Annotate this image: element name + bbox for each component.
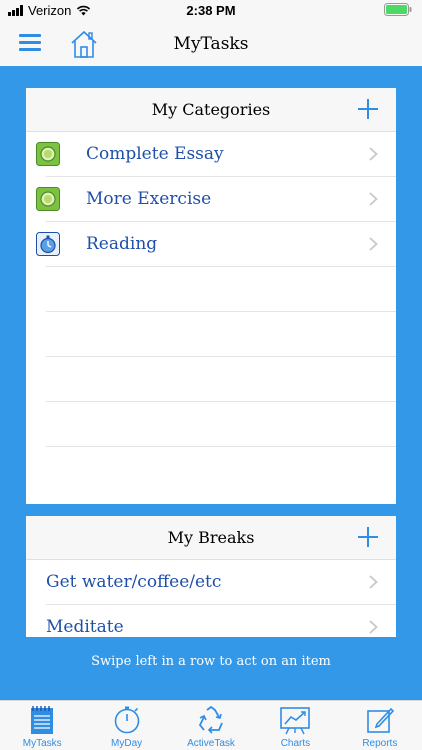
tab-label: MyDay — [111, 738, 143, 749]
status-bar: Verizon 2:38 PM — [0, 0, 422, 22]
chevron-right-icon — [369, 237, 378, 251]
recycle-icon — [198, 705, 223, 734]
categories-title: My Categories — [151, 100, 271, 119]
main-content: My Categories Complete Essay More Exerci… — [0, 66, 422, 700]
empty-row — [46, 447, 396, 492]
category-row[interactable]: Complete Essay — [36, 132, 396, 177]
categories-header: My Categories — [26, 88, 396, 132]
chevron-right-icon — [369, 192, 378, 206]
break-label: Meditate — [46, 617, 124, 637]
tab-activetask[interactable]: ActiveTask — [169, 701, 253, 750]
category-row[interactable]: More Exercise — [36, 177, 396, 222]
tab-charts[interactable]: Charts — [253, 701, 337, 750]
stopwatch-icon — [114, 706, 139, 734]
battery-icon — [384, 3, 412, 16]
add-break-button[interactable] — [358, 527, 378, 547]
breaks-header: My Breaks — [26, 516, 396, 560]
categories-card: My Categories Complete Essay More Exerci… — [26, 88, 396, 504]
chevron-right-icon — [369, 620, 378, 634]
tab-label: ActiveTask — [187, 738, 235, 749]
tab-reports[interactable]: Reports — [338, 701, 422, 750]
break-row[interactable]: Meditate — [46, 605, 396, 637]
empty-row — [46, 402, 396, 447]
break-row[interactable]: Get water/coffee/etc — [46, 560, 396, 605]
chevron-right-icon — [369, 575, 378, 589]
tab-bar: MyTasks MyDay ActiveTask Charts Reports — [0, 700, 422, 750]
edit-report-icon — [367, 707, 394, 733]
notepad-icon — [31, 706, 54, 734]
page-title: MyTasks — [173, 34, 249, 54]
empty-row — [46, 267, 396, 312]
category-label: More Exercise — [86, 189, 212, 209]
break-label: Get water/coffee/etc — [46, 572, 222, 592]
empty-row — [46, 357, 396, 402]
tab-mytasks[interactable]: MyTasks — [0, 701, 84, 750]
add-category-button[interactable] — [358, 99, 378, 119]
green-circle-icon — [36, 142, 60, 166]
tab-label: Reports — [362, 738, 398, 749]
empty-row — [46, 312, 396, 357]
green-circle-icon — [36, 187, 60, 211]
status-time: 2:38 PM — [186, 3, 236, 18]
chevron-right-icon — [369, 147, 378, 161]
stopwatch-icon — [36, 232, 60, 256]
category-label: Complete Essay — [86, 144, 224, 164]
category-row[interactable]: Reading — [36, 222, 396, 267]
navigation-bar: MyTasks — [0, 22, 422, 66]
chart-icon — [280, 707, 311, 735]
breaks-title: My Breaks — [167, 528, 255, 547]
category-label: Reading — [86, 234, 158, 254]
tab-myday[interactable]: MyDay — [84, 701, 168, 750]
breaks-card: My Breaks Get water/coffee/etc Meditate — [26, 516, 396, 637]
tab-label: MyTasks — [22, 738, 62, 749]
tab-label: Charts — [280, 738, 311, 749]
swipe-hint: Swipe left in a row to act on an item — [91, 654, 331, 669]
